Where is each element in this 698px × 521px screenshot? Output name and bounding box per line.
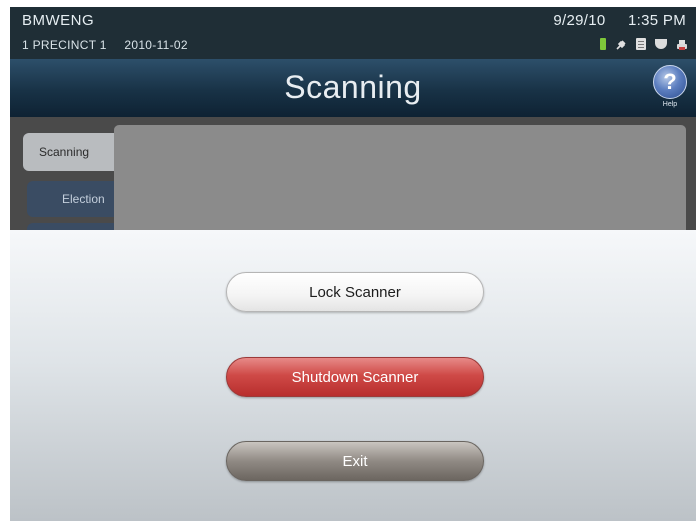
datetime: 9/29/10 1:35 PM	[535, 12, 686, 29]
content-area: Scanning Election	[10, 117, 696, 235]
tab-election[interactable]: Election	[27, 181, 123, 217]
election-date: 2010-11-02	[124, 38, 188, 52]
current-date: 9/29/10	[553, 12, 606, 29]
help-icon: ?	[653, 65, 687, 99]
lock-scanner-button[interactable]: Lock Scanner	[226, 272, 484, 312]
exit-button[interactable]: Exit	[226, 441, 484, 481]
shutdown-scanner-button[interactable]: Shutdown Scanner	[226, 357, 484, 397]
current-time: 1:35 PM	[628, 12, 686, 29]
help-button[interactable]: ? Help	[650, 65, 690, 111]
operator-name: BMWENG	[22, 12, 95, 29]
printer-icon	[676, 38, 688, 50]
title-bar: Scanning ? Help	[10, 59, 696, 117]
status-bar: BMWENG 1 PRECINCT 1 2010-11-02 9/29/10 1…	[10, 7, 696, 59]
precinct-info: 1 PRECINCT 1 2010-11-02	[22, 38, 202, 52]
precinct-label: 1 PRECINCT 1	[22, 38, 107, 52]
scanner-screen: BMWENG 1 PRECINCT 1 2010-11-02 9/29/10 1…	[10, 7, 696, 521]
scanner-options-dialog: Lock Scanner Shutdown Scanner Exit	[10, 230, 696, 521]
document-icon	[636, 38, 646, 50]
help-label: Help	[662, 101, 678, 108]
tab-scanning[interactable]: Scanning	[23, 133, 123, 171]
battery-icon	[600, 38, 606, 50]
status-icons	[600, 38, 688, 50]
ballot-box-icon	[655, 39, 667, 49]
page-title: Scanning	[284, 69, 422, 105]
main-panel	[114, 125, 686, 235]
power-plug-icon	[615, 38, 627, 50]
